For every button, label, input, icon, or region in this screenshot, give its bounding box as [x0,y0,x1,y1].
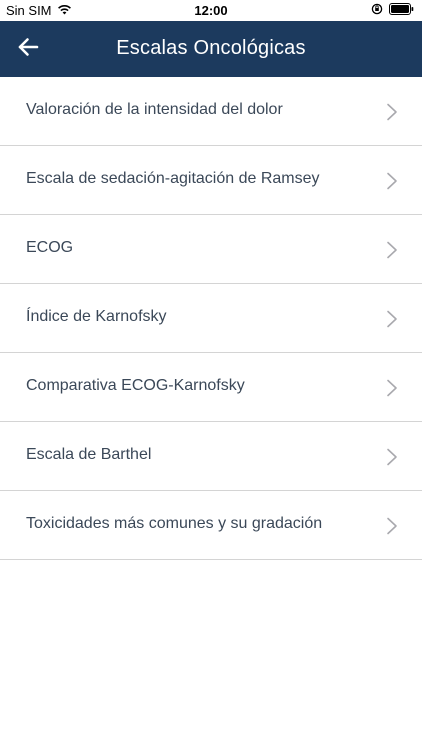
list-item[interactable]: Escala de sedación-agitación de Ramsey [0,146,422,215]
page-title: Escalas Oncológicas [116,37,306,59]
list-item[interactable]: Toxicidades más comunes y su gradación [0,491,422,560]
chevron-right-icon [386,103,398,121]
list-item[interactable]: Comparativa ECOG-Karnofsky [0,353,422,422]
list-item-label: Comparativa ECOG-Karnofsky [26,377,245,394]
battery-icon [389,3,414,18]
list-item-label: Escala de sedación-agitación de Ramsey [26,170,320,187]
list-item-label: Toxicidades más comunes y su gradación [26,515,323,532]
list-item[interactable]: Escala de Barthel [0,422,422,491]
list-item[interactable]: Índice de Karnofsky [0,284,422,353]
list-item-label: ECOG [26,239,74,256]
status-bar: Sin SIM 12:00 [0,0,422,21]
chevron-right-icon [386,310,398,328]
list-item-label: Valoración de la intensidad del dolor [26,101,283,118]
nav-bar: Escalas Oncológicas [0,21,422,77]
chevron-right-icon [386,448,398,466]
scales-list: Valoración de la intensidad del dolor Es… [0,77,422,560]
list-item[interactable]: Valoración de la intensidad del dolor [0,77,422,146]
chevron-right-icon [386,379,398,397]
chevron-right-icon [386,241,398,259]
status-right [371,3,414,18]
chevron-right-icon [386,172,398,190]
status-time: 12:00 [194,3,228,18]
list-item-label: Escala de Barthel [26,446,152,463]
list-item-label: Índice de Karnofsky [26,308,167,325]
chevron-right-icon [386,517,398,535]
list-item[interactable]: ECOG [0,215,422,284]
rotation-lock-icon [371,3,383,18]
